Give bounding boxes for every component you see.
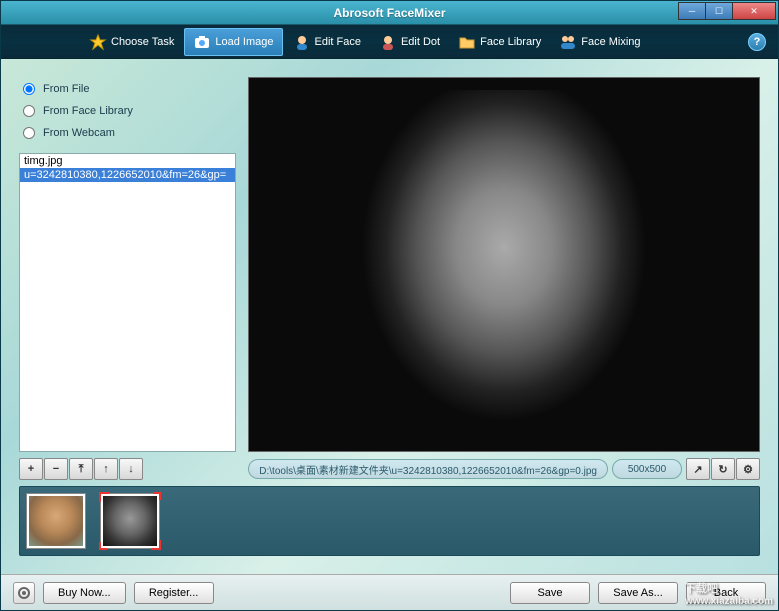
from-webcam-label: From Webcam bbox=[43, 127, 115, 139]
face-mixing-label: Face Mixing bbox=[581, 36, 640, 48]
face-library-button[interactable]: Face Library bbox=[450, 28, 549, 56]
list-controls: + − ⤒ ↑ ↓ bbox=[19, 458, 236, 480]
path-bar: D:\tools\桌面\素材新建文件夹\u=3242810380,1226652… bbox=[248, 458, 760, 480]
edit-face-button[interactable]: Edit Face bbox=[285, 28, 369, 56]
remove-file-button[interactable]: − bbox=[44, 458, 68, 480]
settings-button[interactable]: ⚙ bbox=[736, 458, 760, 480]
save-label: Save bbox=[537, 587, 562, 599]
edit-face-label: Edit Face bbox=[315, 36, 361, 48]
choose-task-label: Choose Task bbox=[111, 36, 174, 48]
thumbnail-image bbox=[103, 496, 157, 546]
camera-icon bbox=[193, 33, 211, 51]
from-file-input[interactable] bbox=[23, 83, 35, 95]
path-controls: ↗ ↻ ⚙ bbox=[686, 458, 760, 480]
add-file-button[interactable]: + bbox=[19, 458, 43, 480]
image-preview[interactable] bbox=[248, 77, 760, 452]
titlebar: Abrosoft FaceMixer ─ ☐ ✕ bbox=[1, 1, 778, 25]
move-top-button[interactable]: ⤒ bbox=[69, 458, 93, 480]
face-mixing-button[interactable]: Face Mixing bbox=[551, 28, 648, 56]
source-radios: From File From Face Library From Webcam bbox=[19, 77, 236, 153]
thumbnail-row bbox=[19, 486, 760, 556]
dot-edit-icon bbox=[379, 33, 397, 51]
move-up-button[interactable]: ↑ bbox=[94, 458, 118, 480]
from-library-input[interactable] bbox=[23, 105, 35, 117]
folder-icon bbox=[458, 33, 476, 51]
register-button[interactable]: Register... bbox=[134, 582, 214, 604]
load-image-label: Load Image bbox=[215, 36, 273, 48]
file-path-display: D:\tools\桌面\素材新建文件夹\u=3242810380,1226652… bbox=[248, 459, 608, 479]
options-button[interactable] bbox=[13, 582, 35, 604]
from-webcam-radio[interactable]: From Webcam bbox=[23, 127, 232, 139]
face-library-label: Face Library bbox=[480, 36, 541, 48]
edit-dot-label: Edit Dot bbox=[401, 36, 440, 48]
from-file-label: From File bbox=[43, 83, 89, 95]
buy-now-label: Buy Now... bbox=[58, 587, 111, 599]
thumbnail-image bbox=[29, 496, 83, 546]
back-button[interactable]: Back bbox=[686, 582, 766, 604]
buy-now-button[interactable]: Buy Now... bbox=[43, 582, 126, 604]
zoom-fit-button[interactable]: ↗ bbox=[686, 458, 710, 480]
from-webcam-input[interactable] bbox=[23, 127, 35, 139]
edit-dot-button[interactable]: Edit Dot bbox=[371, 28, 448, 56]
help-button[interactable]: ? bbox=[748, 33, 766, 51]
from-file-radio[interactable]: From File bbox=[23, 83, 232, 95]
save-as-button[interactable]: Save As... bbox=[598, 582, 678, 604]
bottom-bar: Buy Now... Register... Save Save As... B… bbox=[1, 574, 778, 610]
from-library-radio[interactable]: From Face Library bbox=[23, 105, 232, 117]
thumbnail[interactable] bbox=[26, 493, 86, 549]
refresh-button[interactable]: ↻ bbox=[711, 458, 735, 480]
app-window: Abrosoft FaceMixer ─ ☐ ✕ Choose Task Loa… bbox=[0, 0, 779, 611]
left-column: From File From Face Library From Webcam … bbox=[19, 77, 236, 480]
move-down-button[interactable]: ↓ bbox=[119, 458, 143, 480]
save-button[interactable]: Save bbox=[510, 582, 590, 604]
file-list[interactable]: timg.jpg u=3242810380,1226652010&fm=26&g… bbox=[19, 153, 236, 452]
star-icon bbox=[89, 33, 107, 51]
back-label: Back bbox=[714, 587, 738, 599]
face-edit-icon bbox=[293, 33, 311, 51]
gear-icon bbox=[17, 586, 31, 600]
window-buttons: ─ ☐ ✕ bbox=[679, 2, 776, 20]
maximize-button[interactable]: ☐ bbox=[705, 2, 733, 20]
minimize-button[interactable]: ─ bbox=[678, 2, 706, 20]
choose-task-button[interactable]: Choose Task bbox=[81, 28, 182, 56]
load-image-button[interactable]: Load Image bbox=[184, 28, 282, 56]
main-toolbar: Choose Task Load Image Edit Face Edit Do… bbox=[1, 25, 778, 59]
save-as-label: Save As... bbox=[613, 587, 663, 599]
file-item[interactable]: u=3242810380,1226652010&fm=26&gp= bbox=[20, 168, 235, 182]
main-row: From File From Face Library From Webcam … bbox=[19, 77, 760, 480]
dimensions-display: 500x500 bbox=[612, 459, 682, 479]
from-library-label: From Face Library bbox=[43, 105, 133, 117]
window-title: Abrosoft FaceMixer bbox=[333, 6, 445, 20]
file-item[interactable]: timg.jpg bbox=[20, 154, 235, 168]
close-button[interactable]: ✕ bbox=[732, 2, 776, 20]
content-area: From File From Face Library From Webcam … bbox=[1, 59, 778, 574]
thumbnail[interactable] bbox=[100, 493, 160, 549]
register-label: Register... bbox=[149, 587, 199, 599]
preview-image bbox=[329, 90, 679, 440]
right-column: D:\tools\桌面\素材新建文件夹\u=3242810380,1226652… bbox=[248, 77, 760, 480]
people-icon bbox=[559, 33, 577, 51]
